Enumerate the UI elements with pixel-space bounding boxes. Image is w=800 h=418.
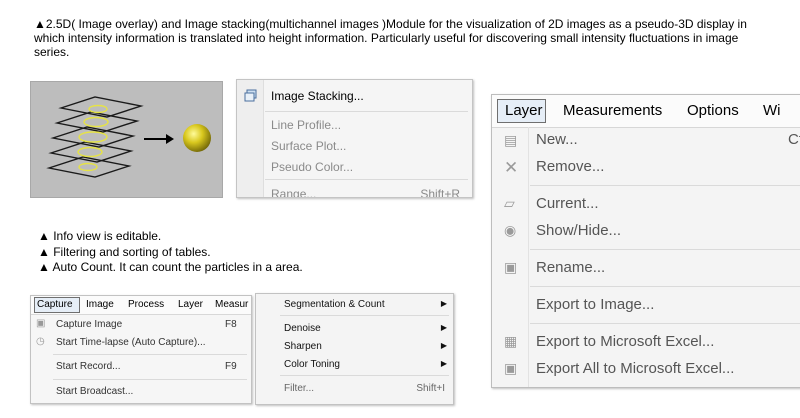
stacking-diagram <box>46 96 211 178</box>
menu-item-new[interactable]: New... Ct <box>492 131 800 148</box>
menubar: Capture Image Process Layer Measur <box>31 296 251 315</box>
menu-item-color-toning[interactable]: Color Toning ▶ <box>256 359 453 370</box>
menu-separator <box>53 379 247 380</box>
arrow-icon <box>144 134 174 144</box>
menubar-capture[interactable]: Capture <box>37 299 73 310</box>
sphere-result <box>183 124 211 152</box>
submenu-arrow-icon: ▶ <box>440 359 447 368</box>
intensity-ring <box>78 131 108 143</box>
feature-bullets: ▲ Info view is editable. ▲ Filtering and… <box>38 229 303 276</box>
menu-item-line-profile[interactable]: Line Profile... <box>237 118 472 132</box>
menu-process: Segmentation & Count ▶ Denoise ▶ Sharpen ▶ … <box>255 293 454 405</box>
menu-item-current[interactable]: Current... <box>492 195 800 212</box>
menu-separator <box>53 354 247 355</box>
submenu-arrow-icon: ▶ <box>440 341 447 350</box>
menu-separator <box>530 249 800 250</box>
menubar-process[interactable]: Process <box>128 299 164 310</box>
menu-item-range[interactable]: Range... Shift+R <box>237 187 472 198</box>
menu-item-denoise[interactable]: Denoise ▶ <box>256 323 453 334</box>
menu-separator <box>280 315 449 316</box>
menu-item-export-all-excel[interactable]: Export All to Microsoft Excel... <box>492 360 800 377</box>
menubar-window[interactable]: Wi <box>763 102 781 119</box>
menu-item-start-record[interactable]: Start Record... F9 <box>31 361 251 372</box>
menubar-layer[interactable]: Layer <box>505 102 543 119</box>
shortcut-label: F9 <box>225 361 237 372</box>
menubar-options[interactable]: Options <box>687 102 739 119</box>
menubar-image[interactable]: Image <box>86 299 114 310</box>
shortcut-label: F8 <box>225 319 237 330</box>
menu-item-sharpen[interactable]: Sharpen ▶ <box>256 341 453 352</box>
menu-separator <box>530 185 800 186</box>
bullet-item: ▲ Auto Count. It can count the particles… <box>38 260 303 274</box>
menu-image-stacking: Image Stacking... Line Profile... Surfac… <box>236 79 473 198</box>
menu-item-filter[interactable]: Filter... Shift+I <box>256 383 453 394</box>
menu-item-show-hide[interactable]: Show/Hide... <box>492 222 800 239</box>
menu-item-start-broadcast[interactable]: Start Broadcast... <box>31 386 251 397</box>
submenu-arrow-icon: ▶ <box>440 323 447 332</box>
shortcut-label: Ct <box>788 131 800 148</box>
intensity-ring <box>88 104 108 114</box>
intensity-ring <box>83 116 109 128</box>
intensity-ring <box>77 146 103 158</box>
menu-separator <box>280 375 449 376</box>
menu-layer: Layer Measurements Options Wi ▤ New... C… <box>491 94 800 388</box>
menu-item-segmentation-count[interactable]: Segmentation & Count ▶ <box>256 299 453 310</box>
menu-separator <box>530 323 800 324</box>
menu-item-capture-image[interactable]: Capture Image F8 <box>31 319 251 330</box>
menu-item-export-to-image[interactable]: Export to Image... <box>492 296 800 313</box>
menu-item-start-timelapse[interactable]: Start Time-lapse (Auto Capture)... <box>31 337 251 348</box>
menu-item-remove[interactable]: Remove... <box>492 158 800 175</box>
menubar: Layer Measurements Options Wi <box>492 95 800 128</box>
menu-separator <box>530 286 800 287</box>
shortcut-label: Shift+I <box>416 383 445 394</box>
menu-item-pseudo-color[interactable]: Pseudo Color... <box>237 160 472 174</box>
submenu-arrow-icon: ▶ <box>440 299 447 308</box>
intro-paragraph: ▲2.5D( Image overlay) and Image stacking… <box>34 17 747 59</box>
menubar-layer[interactable]: Layer <box>178 299 203 310</box>
menubar-measurements[interactable]: Measurements <box>563 102 662 119</box>
bullet-item: ▲ Filtering and sorting of tables. <box>38 244 211 259</box>
image-stacking-illustration <box>30 81 223 198</box>
menu-separator <box>265 111 468 112</box>
intensity-ring <box>78 162 98 172</box>
menu-item-surface-plot[interactable]: Surface Plot... <box>237 139 472 153</box>
menu-item-rename[interactable]: Rename... <box>492 259 800 276</box>
menu-item-image-stacking[interactable]: Image Stacking... <box>237 89 472 103</box>
menu-separator <box>265 179 468 180</box>
menu-item-export-excel[interactable]: Export to Microsoft Excel... <box>492 333 800 350</box>
menubar-measurements[interactable]: Measur <box>215 299 248 310</box>
menu-capture: Capture Image Process Layer Measur ▣ Cap… <box>30 295 252 404</box>
shortcut-label: Shift+R <box>420 187 460 198</box>
bullet-item: ▲ Info view is editable. <box>38 229 162 243</box>
